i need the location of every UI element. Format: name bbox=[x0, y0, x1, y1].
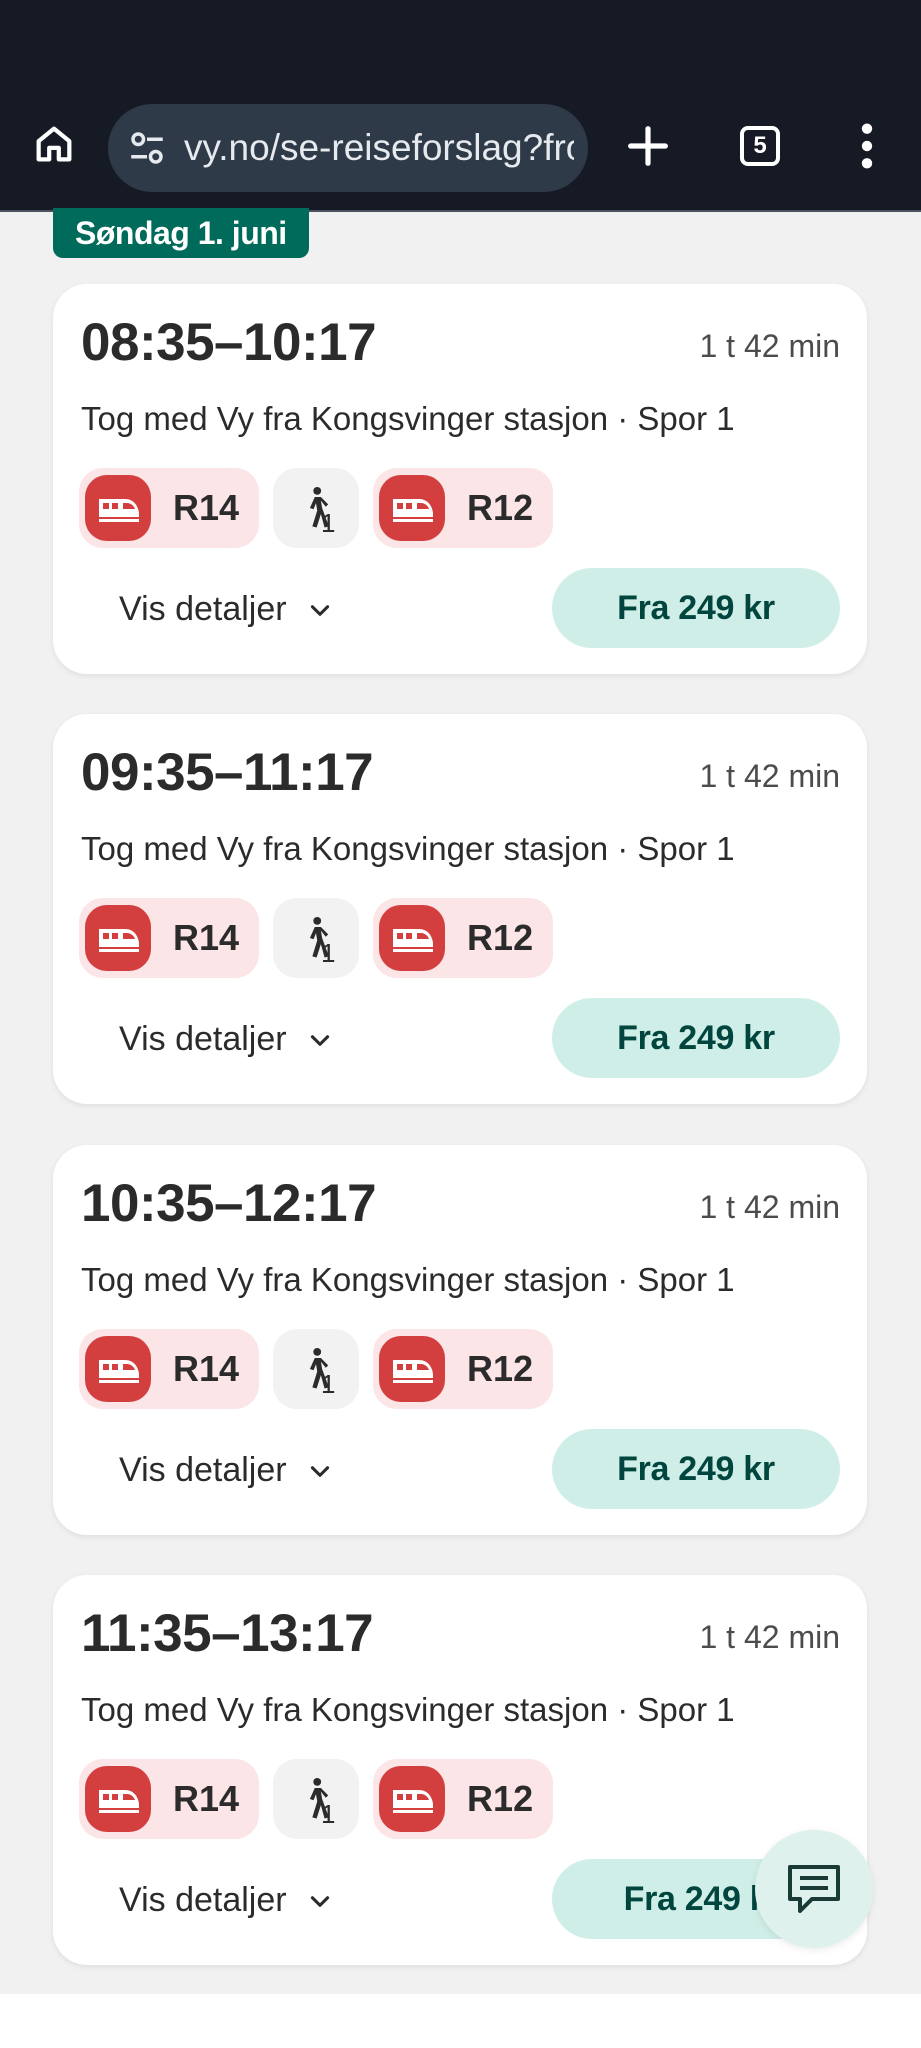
walk-leg-chip: 1 bbox=[273, 1329, 360, 1409]
trip-times: 09:35–11:17 bbox=[81, 743, 374, 802]
details-toggle[interactable]: Vis detaljer bbox=[119, 1881, 333, 1920]
url-text[interactable]: vy.no/se-reiseforslag?fro bbox=[184, 127, 574, 169]
trip-description: Tog med Vy fra Kongsvinger stasjon · Spo… bbox=[81, 1261, 735, 1298]
trip-card[interactable]: 11:35–13:17 1 t 42 min Tog med Vy fra Ko… bbox=[53, 1575, 867, 1965]
trip-legs: R14 1 R12 bbox=[79, 468, 554, 548]
trip-card[interactable]: 09:35–11:17 1 t 42 min Tog med Vy fra Ko… bbox=[53, 714, 867, 1104]
walk-count: 1 bbox=[321, 938, 336, 968]
walk-count: 1 bbox=[321, 508, 336, 538]
trip-duration: 1 t 42 min bbox=[699, 758, 840, 794]
train-icon bbox=[379, 1766, 446, 1832]
trip-description: Tog med Vy fra Kongsvinger stasjon · Spo… bbox=[81, 400, 735, 437]
train-icon bbox=[85, 475, 151, 541]
trip-description: Tog med Vy fra Kongsvinger stasjon · Spo… bbox=[81, 1691, 735, 1728]
tab-switcher-icon[interactable]: 5 bbox=[736, 122, 784, 170]
train-icon bbox=[379, 1336, 446, 1402]
price-button[interactable]: Fra 249 kr bbox=[552, 998, 840, 1078]
train-leg-chip: R12 bbox=[373, 898, 554, 978]
train-leg-chip: R12 bbox=[373, 468, 554, 548]
trip-card[interactable]: 08:35–10:17 1 t 42 min Tog med Vy fra Ko… bbox=[53, 284, 867, 674]
train-line-label: R12 bbox=[467, 1348, 534, 1389]
train-line-label: R12 bbox=[467, 487, 534, 528]
train-leg-chip: R14 bbox=[79, 1759, 260, 1839]
train-leg-chip: R14 bbox=[79, 468, 260, 548]
train-leg-chip: R12 bbox=[373, 1759, 554, 1839]
chat-button[interactable] bbox=[755, 1830, 873, 1948]
chevron-down-icon bbox=[310, 1465, 329, 1477]
details-toggle[interactable]: Vis detaljer bbox=[119, 1451, 333, 1490]
walk-count: 1 bbox=[321, 1369, 336, 1399]
train-leg-chip: R14 bbox=[79, 1329, 260, 1409]
train-icon bbox=[85, 1766, 151, 1832]
details-label: Vis detaljer bbox=[119, 1881, 287, 1919]
trip-legs: R14 1 R12 bbox=[79, 898, 554, 978]
details-toggle[interactable]: Vis detaljer bbox=[119, 590, 333, 629]
train-icon bbox=[379, 475, 446, 541]
price-button[interactable]: Fra 249 kr bbox=[552, 1429, 840, 1509]
chevron-down-icon bbox=[310, 1895, 329, 1907]
chevron-down-icon bbox=[310, 604, 329, 616]
train-icon bbox=[379, 905, 446, 971]
address-bar[interactable]: vy.no/se-reiseforslag?fro bbox=[108, 104, 588, 192]
train-line-label: R14 bbox=[173, 917, 240, 958]
details-label: Vis detaljer bbox=[119, 1451, 287, 1489]
walk-leg-chip: 1 bbox=[273, 1759, 360, 1839]
trip-legs: R14 1 R12 bbox=[79, 1329, 554, 1409]
train-line-label: R12 bbox=[467, 917, 534, 958]
trip-duration: 1 t 42 min bbox=[699, 1619, 840, 1655]
train-line-label: R14 bbox=[173, 1348, 240, 1389]
browser-toolbar: vy.no/se-reiseforslag?fro 5 bbox=[0, 0, 921, 212]
trip-description: Tog med Vy fra Kongsvinger stasjon · Spo… bbox=[81, 830, 735, 867]
details-label: Vis detaljer bbox=[119, 590, 287, 628]
trip-legs: R14 1 R12 bbox=[79, 1759, 554, 1839]
more-vert-icon[interactable] bbox=[852, 120, 882, 172]
home-icon[interactable] bbox=[28, 118, 80, 170]
walk-leg-chip: 1 bbox=[273, 468, 360, 548]
train-icon bbox=[85, 905, 151, 971]
details-toggle[interactable]: Vis detaljer bbox=[119, 1020, 333, 1059]
train-leg-chip: R14 bbox=[79, 898, 260, 978]
trip-times: 11:35–13:17 bbox=[81, 1604, 374, 1663]
tab-count: 5 bbox=[740, 126, 780, 166]
walk-count: 1 bbox=[321, 1799, 336, 1829]
trip-times: 10:35–12:17 bbox=[81, 1174, 377, 1233]
trip-card[interactable]: 10:35–12:17 1 t 42 min Tog med Vy fra Ko… bbox=[53, 1145, 867, 1535]
price-button[interactable]: Fra 249 kr bbox=[552, 568, 840, 648]
plus-icon[interactable] bbox=[622, 120, 674, 172]
bottom-strip bbox=[0, 1994, 921, 2048]
train-line-label: R12 bbox=[467, 1778, 534, 1819]
train-leg-chip: R12 bbox=[373, 1329, 554, 1409]
trip-duration: 1 t 42 min bbox=[699, 1189, 840, 1225]
train-icon bbox=[85, 1336, 151, 1402]
trip-duration: 1 t 42 min bbox=[699, 328, 840, 364]
chat-icon bbox=[788, 1865, 840, 1913]
date-header: Søndag 1. juni bbox=[53, 208, 309, 258]
chevron-down-icon bbox=[310, 1034, 329, 1046]
train-line-label: R14 bbox=[173, 487, 240, 528]
details-label: Vis detaljer bbox=[119, 1020, 287, 1058]
site-settings-icon[interactable] bbox=[126, 127, 168, 169]
walk-leg-chip: 1 bbox=[273, 898, 360, 978]
trip-times: 08:35–10:17 bbox=[81, 313, 377, 372]
train-line-label: R14 bbox=[173, 1778, 240, 1819]
